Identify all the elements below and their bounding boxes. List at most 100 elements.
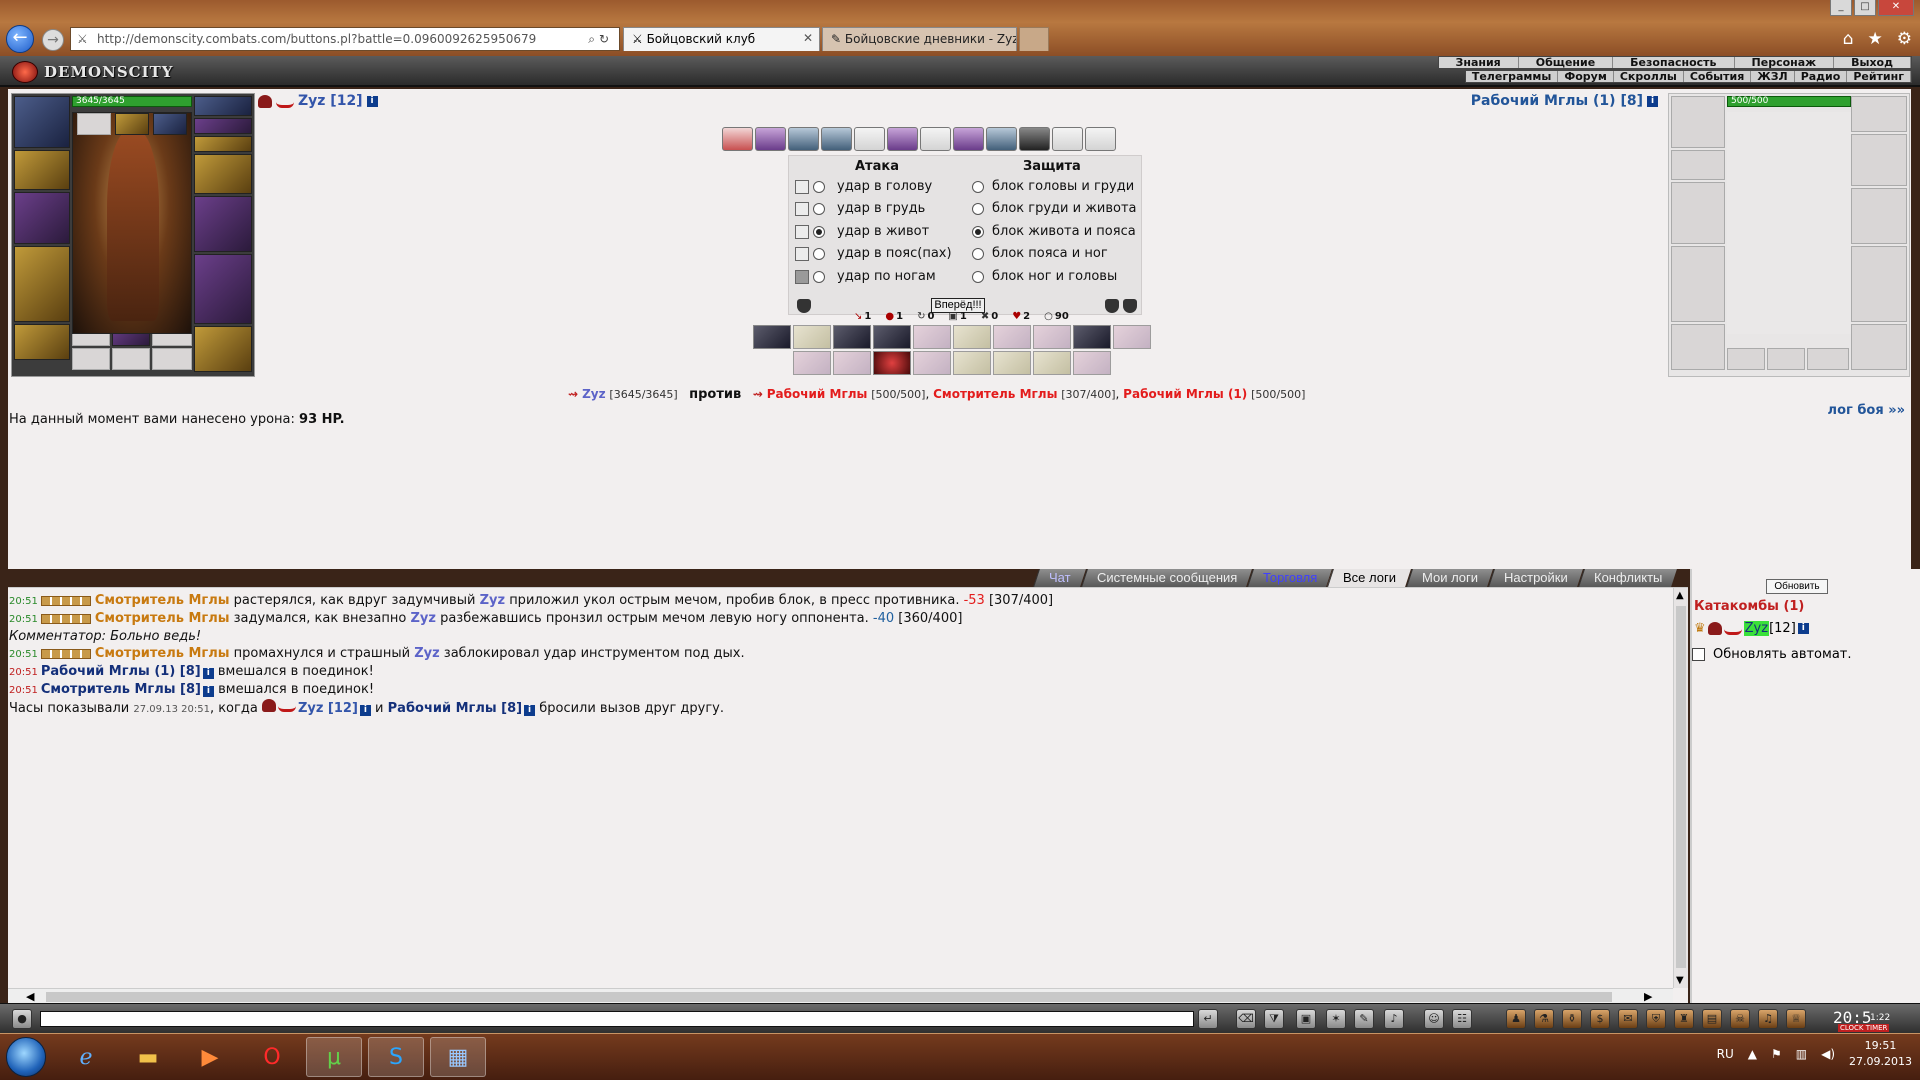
amulet-slot[interactable]	[1851, 96, 1907, 132]
weapon-slot[interactable]	[1671, 182, 1725, 244]
tab-close-icon[interactable]: ✕	[803, 31, 813, 45]
defense-radio[interactable]	[972, 202, 984, 215]
pocket-slot[interactable]	[152, 348, 192, 370]
attack-option[interactable]: удар в пояс(пах)	[795, 246, 952, 261]
menu-item-events[interactable]: События	[1684, 71, 1752, 83]
refresh-button[interactable]: Обновить	[1766, 579, 1828, 594]
trick-icon[interactable]	[1033, 351, 1071, 375]
belt-slot[interactable]	[14, 324, 70, 360]
info-icon[interactable]: i	[202, 668, 214, 679]
tray-arrow-icon[interactable]: ▲	[1748, 1047, 1757, 1061]
enemy-team-player[interactable]: Смотритель Мглы	[933, 387, 1057, 401]
pocket-slot[interactable]	[112, 348, 150, 370]
enemy-team-player[interactable]: Рабочий Мглы (1)	[1123, 387, 1247, 401]
menu-item-exit[interactable]: Выход	[1834, 57, 1911, 69]
filter-icon[interactable]: ⧩	[1264, 1009, 1284, 1029]
forward-button[interactable]: →	[42, 29, 64, 51]
auto-refresh-option[interactable]: Обновлять автомат.	[1692, 647, 1852, 662]
attack-option[interactable]: удар по ногам	[795, 269, 936, 284]
armor-slot[interactable]	[1671, 246, 1725, 322]
scroll-thumb[interactable]	[1676, 606, 1686, 968]
pocket-slot[interactable]	[72, 348, 110, 370]
trick-icon[interactable]	[753, 325, 791, 349]
ie-icon[interactable]: ℯ	[58, 1037, 114, 1077]
settings-gear-icon[interactable]: ⚙	[1897, 29, 1912, 49]
location-player-name[interactable]: Zyz	[1743, 621, 1770, 636]
belt-slot[interactable]	[1671, 324, 1725, 370]
attack-radio[interactable]	[813, 270, 825, 283]
message-actor[interactable]: Zyz [12]	[298, 701, 358, 716]
media-player-icon[interactable]: ▶	[182, 1037, 238, 1077]
my-team-player[interactable]: Zyz	[582, 387, 606, 401]
volume-icon[interactable]: ◀)	[1821, 1047, 1835, 1061]
trick-icon[interactable]	[1113, 325, 1151, 349]
minimize-button[interactable]: _	[1830, 0, 1852, 16]
tab-conflicts[interactable]: Конфликты	[1578, 569, 1678, 587]
browser-tab[interactable]: ✎ Бойцовские дневники - Zyz - ...	[822, 27, 1017, 51]
tab-all-logs[interactable]: Все логи	[1327, 569, 1412, 587]
favorites-star-icon[interactable]: ★	[1868, 29, 1883, 49]
clear-icon[interactable]: ⌫	[1236, 1009, 1256, 1029]
trick-icon[interactable]	[873, 351, 911, 375]
defense-option[interactable]: блок пояса и ног	[972, 246, 1108, 261]
ring-slots[interactable]	[194, 118, 252, 134]
horn-icon[interactable]: ♫	[1758, 1009, 1778, 1029]
helmet-slot[interactable]	[14, 96, 70, 148]
info-icon[interactable]: i	[366, 95, 378, 107]
bag-icon[interactable]: ♟	[1506, 1009, 1526, 1029]
scroll-thumb[interactable]	[46, 992, 1612, 1002]
message-actor[interactable]: Смотритель Мглы	[95, 593, 230, 608]
pants-slot[interactable]	[194, 254, 252, 324]
menu-item-character[interactable]: Персонаж	[1735, 57, 1835, 69]
gold-icon[interactable]: $	[1590, 1009, 1610, 1029]
info-icon[interactable]: i	[359, 705, 371, 716]
heal-scroll-icon[interactable]	[722, 127, 753, 151]
attack-radio[interactable]	[813, 202, 825, 215]
menu-item-scrolls[interactable]: Скроллы	[1614, 71, 1684, 83]
chat-vertical-scrollbar[interactable]: ▲ ▼	[1673, 588, 1688, 988]
tab-my-logs[interactable]: Мои логи	[1406, 569, 1494, 587]
back-button[interactable]: ←	[6, 25, 34, 53]
menu-item-knowledge[interactable]: Знания	[1439, 57, 1519, 69]
location-player[interactable]: ♛ Zyz [12] i	[1694, 621, 1809, 636]
message-actor[interactable]: Смотритель Мглы	[95, 646, 230, 661]
menu-item-radio[interactable]: Радио	[1795, 71, 1848, 83]
info-icon[interactable]: i	[524, 705, 536, 716]
utorrent-icon[interactable]: μ	[306, 1037, 362, 1077]
defense-radio[interactable]	[972, 247, 984, 260]
defense-option[interactable]: блок головы и груди	[972, 179, 1134, 194]
pants-slot[interactable]	[1851, 246, 1907, 322]
defense-option[interactable]: блок живота и пояса	[972, 224, 1136, 239]
trick-icon[interactable]	[993, 351, 1031, 375]
tab-trade[interactable]: Торговля	[1246, 569, 1333, 587]
enemy-avatar[interactable]	[1727, 112, 1851, 334]
smiley-icon[interactable]: ☺	[1424, 1009, 1444, 1029]
close-window-button[interactable]: ✕	[1878, 0, 1914, 16]
tab-chat[interactable]: Чат	[1033, 569, 1086, 587]
tray-clock[interactable]: 19:51 27.09.2013	[1849, 1038, 1912, 1070]
player-name[interactable]: Zyz [12] i	[258, 93, 378, 109]
message-actor[interactable]: Смотритель Мглы	[95, 611, 230, 626]
pocket-slot[interactable]	[1727, 348, 1765, 370]
scroll-icon[interactable]: ✉	[1618, 1009, 1638, 1029]
trick-icon[interactable]	[953, 351, 991, 375]
helmet-slot[interactable]	[1671, 96, 1725, 148]
game-client-icon[interactable]: ▦	[430, 1037, 486, 1077]
boots-slot[interactable]	[1851, 324, 1907, 370]
network-icon[interactable]: ▥	[1796, 1047, 1807, 1061]
menu-item-communication[interactable]: Общение	[1519, 57, 1614, 69]
message-target[interactable]: Zyz	[480, 593, 505, 608]
trick-icon[interactable]	[993, 325, 1031, 349]
chat-horizontal-scrollbar[interactable]: ◀ ▶	[8, 988, 1673, 1004]
message-target[interactable]: Zyz	[414, 646, 439, 661]
trick-icon[interactable]	[793, 351, 831, 375]
enemy-team-player[interactable]: Рабочий Мглы	[767, 387, 868, 401]
trick-icon[interactable]	[833, 351, 871, 375]
info-icon[interactable]: i	[202, 686, 214, 697]
attack-option[interactable]: удар в грудь	[795, 201, 925, 216]
scroll-up-icon[interactable]: ▲	[1676, 590, 1684, 601]
opera-icon[interactable]: O	[244, 1037, 300, 1077]
trick-icon[interactable]	[913, 351, 951, 375]
earrings-slot[interactable]	[14, 150, 70, 190]
enemy-name[interactable]: Рабочий Мглы (1) [8] i	[1471, 93, 1658, 109]
